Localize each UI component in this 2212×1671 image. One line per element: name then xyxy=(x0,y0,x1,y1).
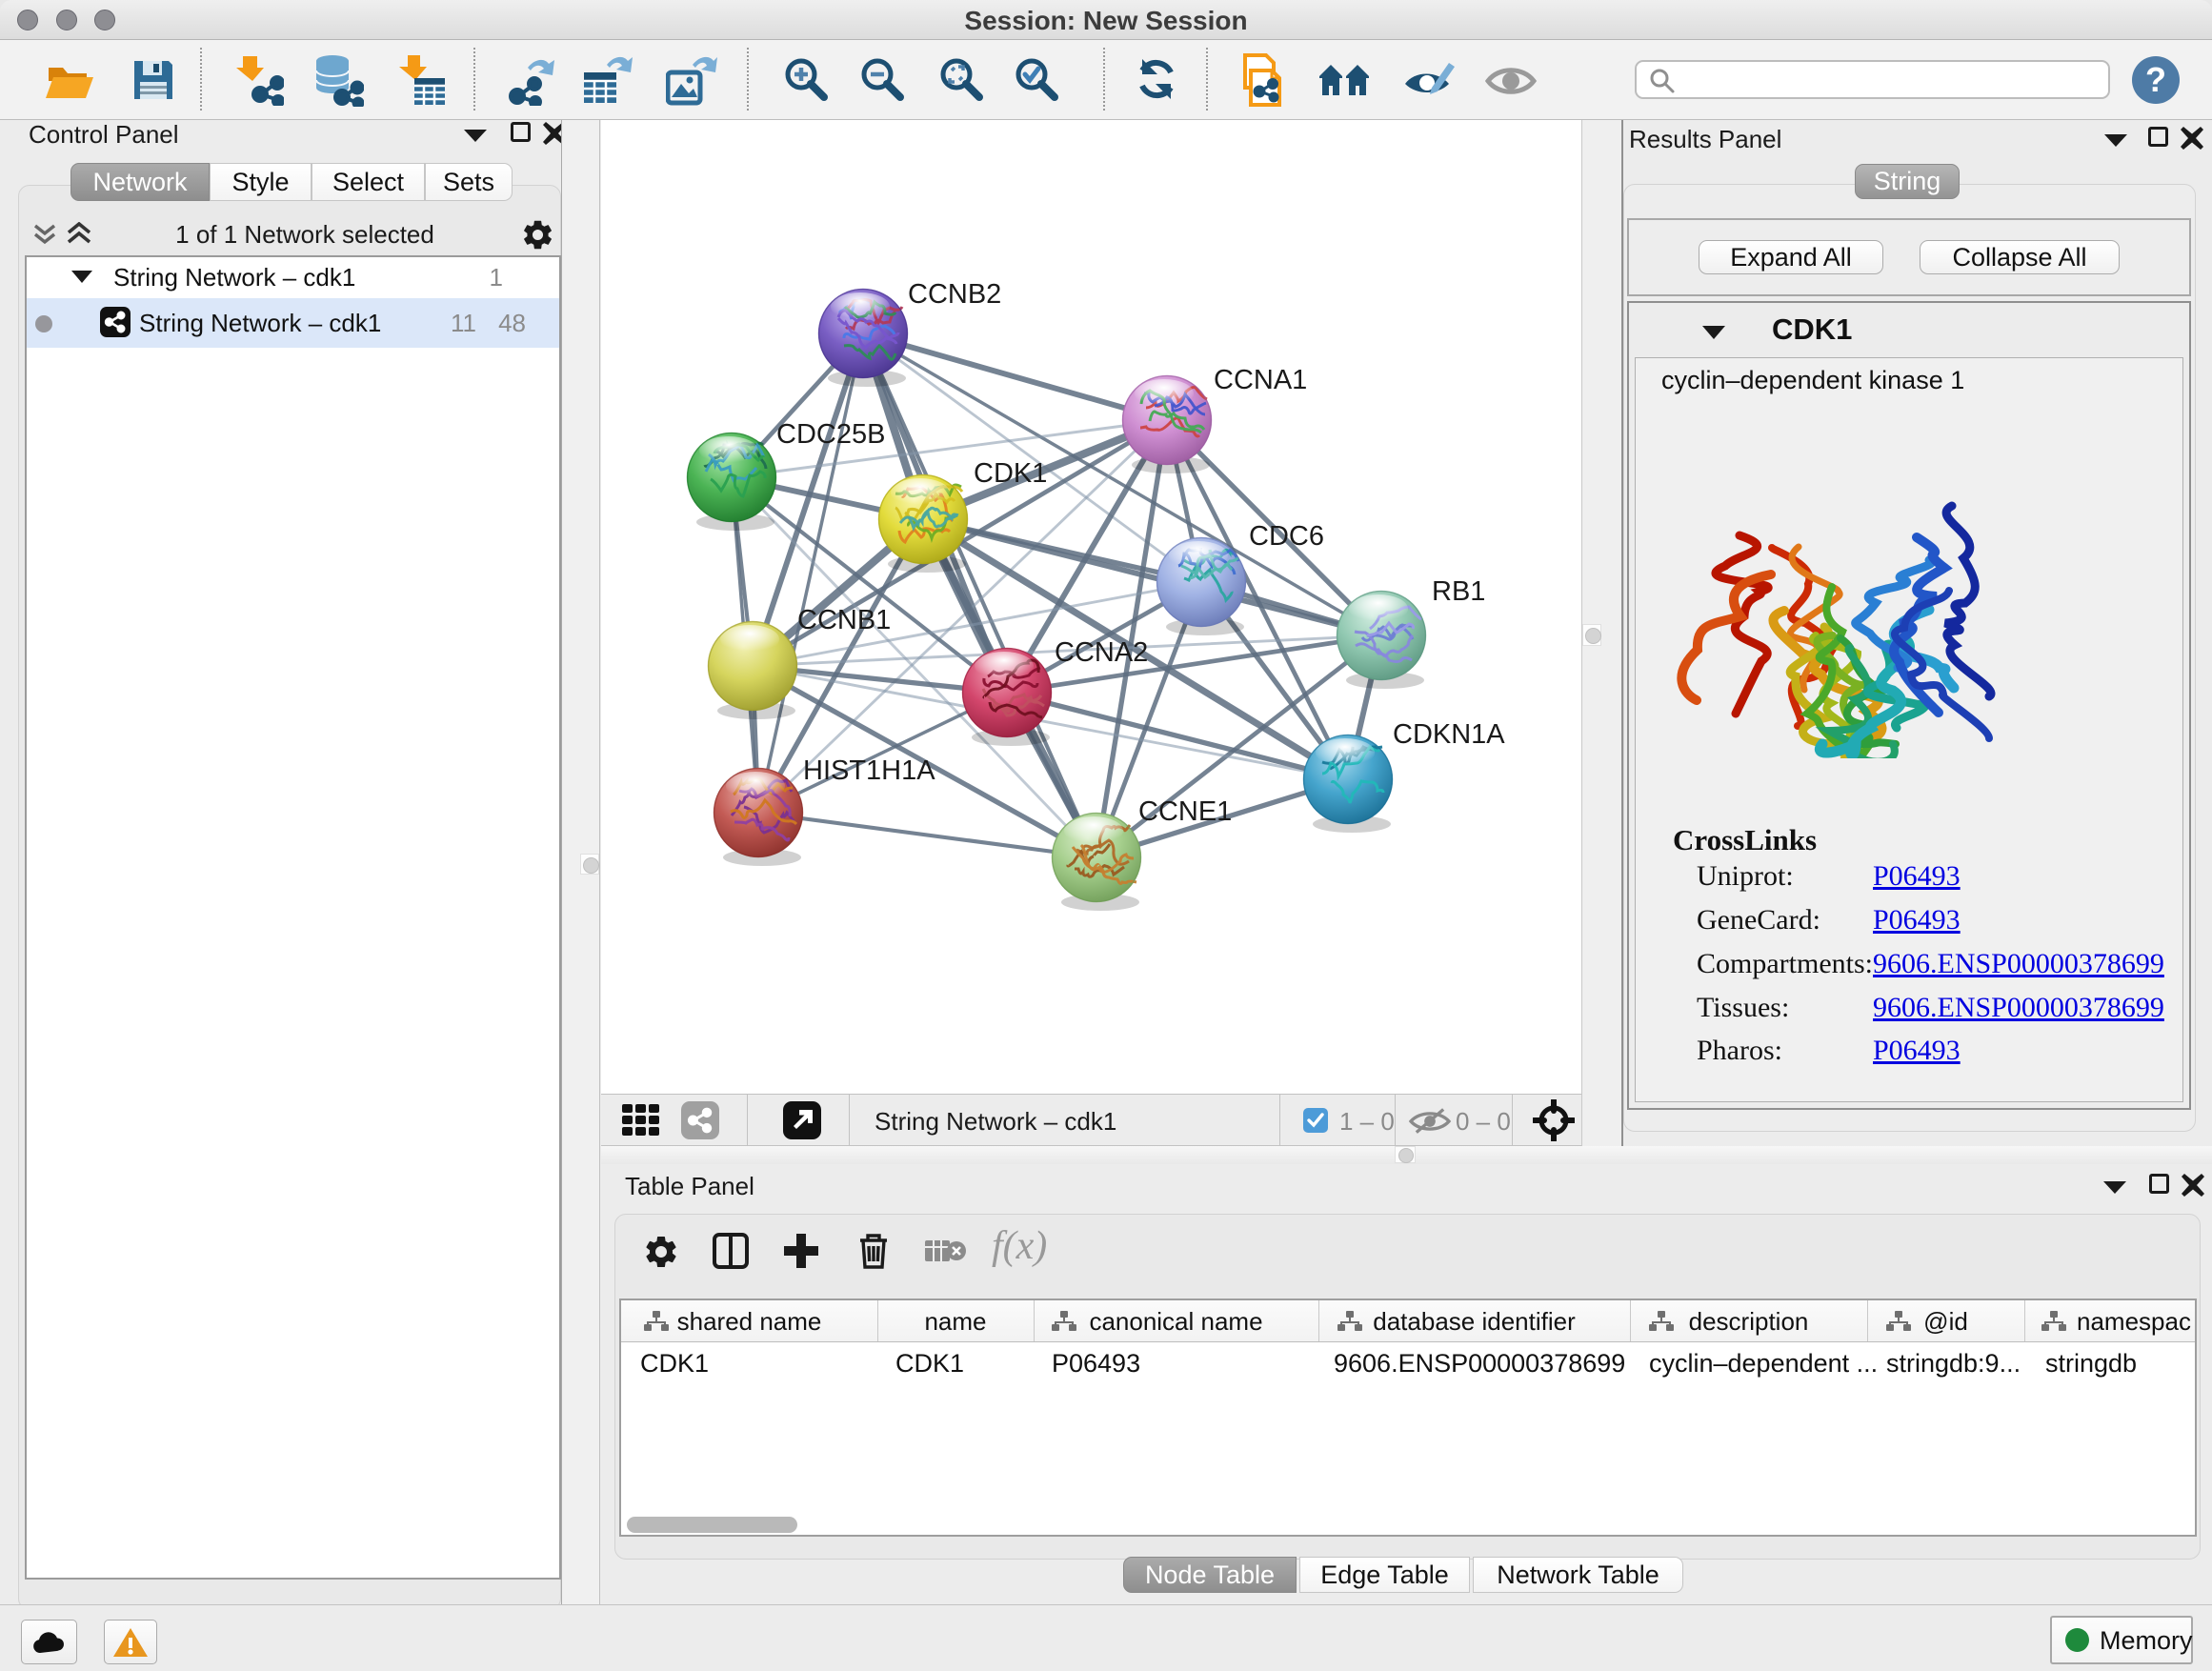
svg-text:?: ? xyxy=(2145,60,2166,99)
svg-text:RB1: RB1 xyxy=(1432,576,1485,607)
svg-text:CCNA1: CCNA1 xyxy=(1214,365,1307,395)
svg-text:HIST1H1A: HIST1H1A xyxy=(803,755,935,786)
svg-text:CDC6: CDC6 xyxy=(1249,521,1324,552)
svg-text:CDKN1A: CDKN1A xyxy=(1393,719,1505,750)
svg-text:CCNB1: CCNB1 xyxy=(797,605,891,635)
svg-text:CCNB2: CCNB2 xyxy=(908,279,1001,310)
svg-text:CCNA2: CCNA2 xyxy=(1055,637,1148,668)
svg-text:CDK1: CDK1 xyxy=(974,458,1047,489)
svg-text:CCNE1: CCNE1 xyxy=(1138,796,1232,827)
svg-text:CDC25B: CDC25B xyxy=(776,419,885,450)
